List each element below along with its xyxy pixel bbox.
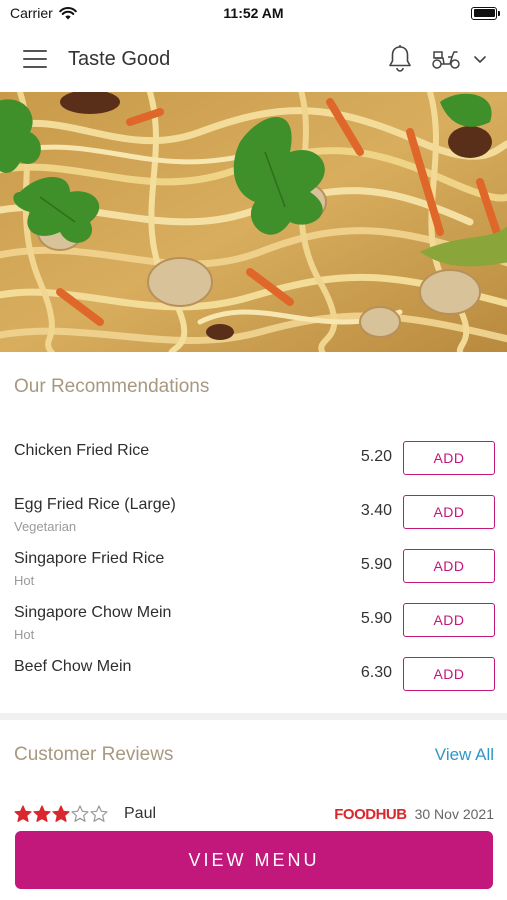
- list-item: Beef Chow Mein 6.30 ADD: [0, 648, 507, 702]
- star-filled-icon: [33, 805, 51, 822]
- carrier-label: Carrier: [10, 5, 53, 21]
- star-empty-icon: [90, 805, 108, 822]
- list-item: Egg Fried Rice (Large) Vegetarian 3.40 A…: [0, 486, 507, 540]
- foodhub-logo: FOODHUB: [334, 805, 407, 823]
- review-item: Paul FOODHUB 30 Nov 2021: [14, 802, 494, 826]
- wifi-icon: [58, 6, 77, 19]
- add-button[interactable]: ADD: [403, 603, 495, 637]
- item-price: 3.40: [360, 502, 392, 519]
- item-name: Singapore Fried Rice: [14, 550, 165, 567]
- chevron-down-icon: [474, 56, 486, 63]
- add-button[interactable]: ADD: [403, 549, 495, 583]
- item-price: 5.90: [360, 556, 392, 573]
- menu-line: [23, 66, 47, 68]
- item-tag: Hot: [14, 573, 35, 588]
- app-header: Taste Good: [0, 26, 507, 92]
- recommendations-list: Chicken Fried Rice 5.20 ADD Egg Fried Ri…: [0, 432, 507, 702]
- status-left: Carrier: [10, 5, 77, 21]
- review-date: 30 Nov 2021: [414, 806, 494, 822]
- star-empty-icon: [71, 805, 89, 822]
- item-name: Beef Chow Mein: [14, 658, 132, 675]
- review-meta: FOODHUB 30 Nov 2021: [334, 806, 494, 823]
- star-filled-icon: [14, 805, 32, 822]
- header-actions: [387, 44, 487, 74]
- item-name: Singapore Chow Mein: [14, 604, 172, 621]
- view-menu-button[interactable]: VIEW MENU: [15, 831, 493, 889]
- section-divider: [0, 713, 507, 720]
- item-name: Chicken Fried Rice: [14, 442, 150, 459]
- battery-icon: [471, 6, 500, 20]
- item-price: 5.90: [360, 610, 392, 627]
- page-title: Taste Good: [68, 47, 171, 70]
- star-filled-icon: [52, 805, 70, 822]
- list-item: Singapore Fried Rice Hot 5.90 ADD: [0, 540, 507, 594]
- reviews-title: Customer Reviews: [14, 744, 174, 765]
- item-tag: Hot: [14, 627, 35, 642]
- reviewer-name: Paul: [124, 805, 157, 822]
- menu-line: [23, 50, 47, 52]
- status-bar: Carrier 11:52 AM: [0, 0, 507, 26]
- add-button[interactable]: ADD: [403, 441, 495, 475]
- menu-line: [23, 58, 47, 60]
- item-tag: Vegetarian: [14, 519, 77, 534]
- add-button[interactable]: ADD: [403, 495, 495, 529]
- hero-food-image: [0, 92, 507, 352]
- item-price: 6.30: [360, 664, 392, 681]
- list-item: Singapore Chow Mein Hot 5.90 ADD: [0, 594, 507, 648]
- menu-icon[interactable]: [20, 47, 50, 71]
- bell-icon: [389, 45, 411, 72]
- view-all-reviews-link[interactable]: View All: [435, 745, 494, 765]
- list-item: Chicken Fried Rice 5.20 ADD: [0, 432, 507, 486]
- noodles-illustration: [0, 92, 507, 352]
- delivery-scooter-icon: [432, 51, 460, 69]
- star-rating: [14, 805, 108, 823]
- recommendations-title: Our Recommendations: [14, 376, 210, 397]
- add-button[interactable]: ADD: [403, 657, 495, 691]
- item-name: Egg Fried Rice (Large): [14, 496, 176, 513]
- order-type-selector[interactable]: [431, 48, 487, 70]
- battery-fill: [473, 9, 495, 17]
- notifications-button[interactable]: [387, 44, 413, 74]
- item-price: 5.20: [360, 448, 392, 465]
